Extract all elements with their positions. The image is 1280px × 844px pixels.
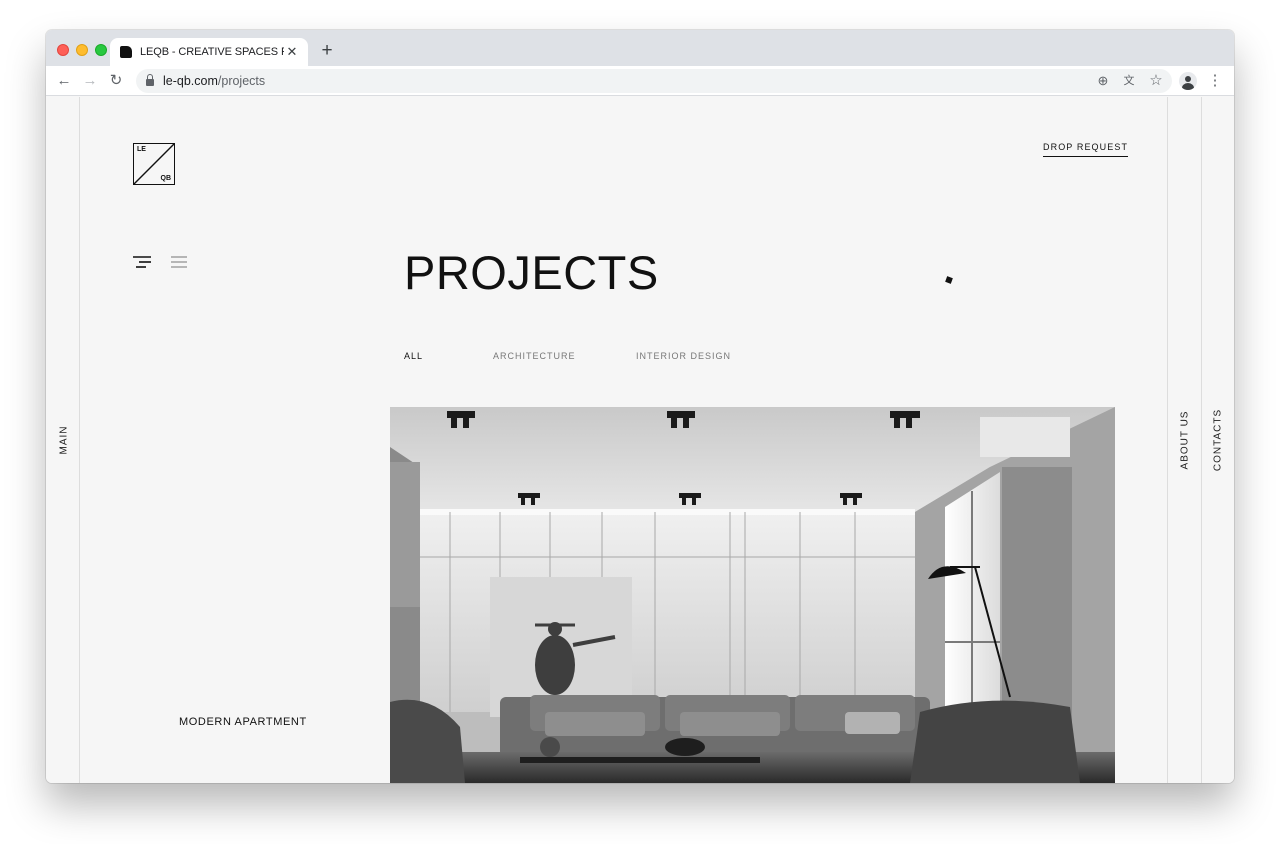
reload-button[interactable]: ↻ <box>105 70 127 92</box>
page-title: PROJECTS <box>404 246 659 299</box>
back-button[interactable]: ← <box>53 70 75 92</box>
drop-request-link[interactable]: DROP REQUEST <box>1043 142 1129 157</box>
tab-title: LEQB - CREATIVE SPACES FOR <box>140 46 284 58</box>
page-content: MAIN ABOUT US CONTACTS LE QB DROP REQUES… <box>46 97 1234 783</box>
maximize-window-button[interactable] <box>95 44 107 56</box>
browser-window: LEQB - CREATIVE SPACES FOR ✕ + ← → ↻ le-… <box>46 30 1234 783</box>
logo-text-top: LE <box>137 146 146 153</box>
close-tab-icon[interactable]: ✕ <box>284 44 300 60</box>
lock-icon <box>146 74 154 86</box>
minimize-window-button[interactable] <box>76 44 88 56</box>
tab-strip: LEQB - CREATIVE SPACES FOR ✕ + <box>46 30 1234 66</box>
new-tab-button[interactable]: + <box>316 41 338 63</box>
right-divider-1 <box>1167 97 1168 783</box>
filter-architecture[interactable]: ARCHITECTURE <box>493 351 576 361</box>
bookmark-star-icon[interactable]: ☆ <box>1145 70 1167 92</box>
list-view-icon[interactable] <box>133 255 153 269</box>
url-text: le-qb.com/projects <box>163 74 265 88</box>
project-image[interactable] <box>390 407 1115 783</box>
left-divider <box>79 97 80 783</box>
decorative-dot <box>945 276 953 284</box>
logo-text-bottom: QB <box>160 175 172 182</box>
favicon-icon <box>120 46 132 58</box>
url-domain: le-qb.com <box>163 74 218 88</box>
browser-tab[interactable]: LEQB - CREATIVE SPACES FOR ✕ <box>110 38 308 66</box>
add-icon[interactable]: ⊕ <box>1092 70 1114 92</box>
profile-avatar[interactable] <box>1179 72 1197 90</box>
address-bar[interactable]: le-qb.com/projects <box>136 69 1172 93</box>
browser-toolbar: ← → ↻ le-qb.com/projects ⊕ 文 ☆ ⋮ <box>46 66 1234 96</box>
filter-all[interactable]: ALL <box>404 351 423 361</box>
about-us-nav-link[interactable]: ABOUT US <box>1180 411 1191 470</box>
translate-icon[interactable]: 文 <box>1118 70 1140 92</box>
filter-interior-design[interactable]: INTERIOR DESIGN <box>636 351 731 361</box>
main-nav-link[interactable]: MAIN <box>59 426 70 455</box>
url-path: /projects <box>217 74 266 88</box>
contacts-nav-link[interactable]: CONTACTS <box>1213 409 1224 471</box>
site-logo[interactable]: LE QB <box>133 143 175 185</box>
forward-button[interactable]: → <box>79 70 101 92</box>
interior-illustration <box>390 407 1115 783</box>
close-window-button[interactable] <box>57 44 69 56</box>
right-divider-2 <box>1201 97 1202 783</box>
project-title[interactable]: MODERN APARTMENT <box>179 716 307 728</box>
grid-view-icon[interactable] <box>171 255 191 269</box>
menu-icon[interactable]: ⋮ <box>1204 70 1226 92</box>
